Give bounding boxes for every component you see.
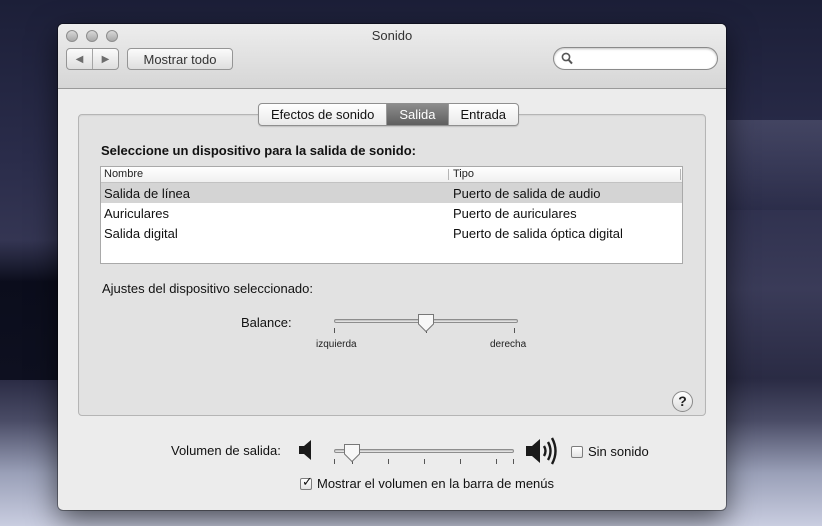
- device-type: Puerto de salida de audio: [453, 186, 601, 201]
- table-row[interactable]: Auriculares Puerto de auriculares: [101, 203, 682, 223]
- mute-checkbox-row[interactable]: Sin sonido: [571, 444, 649, 459]
- tab-content-panel: [78, 114, 706, 416]
- tab-bar: Efectos de sonido Salida Entrada: [258, 103, 520, 126]
- column-header-type[interactable]: Tipo: [453, 168, 474, 180]
- output-volume-slider[interactable]: [334, 449, 514, 453]
- output-device-heading: Seleccione un dispositivo para la salida…: [101, 143, 416, 158]
- desktop-background-left: [0, 240, 64, 380]
- device-type: Puerto de auriculares: [453, 206, 577, 221]
- show-all-button[interactable]: Mostrar todo: [127, 48, 233, 70]
- balance-right-label: derecha: [490, 339, 527, 350]
- search-input[interactable]: [578, 50, 712, 69]
- device-name: Salida de línea: [104, 186, 191, 201]
- table-row[interactable]: Salida digital Puerto de salida óptica d…: [101, 223, 682, 243]
- slider-tick: [388, 459, 389, 464]
- mute-checkbox[interactable]: [571, 445, 583, 458]
- device-name: Auriculares: [104, 206, 170, 221]
- column-divider: [448, 169, 449, 180]
- back-arrow-icon: ◀: [75, 53, 84, 65]
- tab-input[interactable]: Entrada: [447, 104, 519, 125]
- desktop-background-right: [722, 120, 822, 210]
- tab-output[interactable]: Salida: [386, 104, 448, 125]
- table-header: Nombre Tipo: [101, 167, 682, 183]
- slider-tick: [460, 459, 461, 464]
- show-volume-menubar-checkbox[interactable]: ✓: [300, 473, 313, 490]
- slider-tick: [496, 459, 497, 464]
- window-title: Sonido: [371, 28, 413, 43]
- slider-tick: [513, 459, 514, 464]
- output-volume-label: Volumen de salida:: [171, 443, 281, 458]
- device-name: Salida digital: [104, 226, 178, 241]
- slider-tick: [334, 328, 335, 333]
- title-bar: Sonido ◀ ▶ Mostrar todo: [58, 24, 726, 89]
- column-divider: [680, 169, 681, 180]
- table-row[interactable]: Salida de línea Puerto de salida de audi…: [101, 183, 682, 203]
- back-forward-control: ◀ ▶: [66, 48, 119, 70]
- device-settings-heading: Ajustes del dispositivo seleccionado:: [102, 281, 314, 296]
- back-button[interactable]: ◀: [67, 49, 92, 69]
- checkmark-icon: ✓: [302, 473, 313, 489]
- search-icon: [561, 52, 573, 65]
- slider-tick: [424, 459, 425, 464]
- balance-label: Balance:: [241, 315, 292, 330]
- output-volume-slider-knob[interactable]: [343, 443, 361, 463]
- slider-tick: [514, 328, 515, 333]
- sound-preferences-window: Sonido ◀ ▶ Mostrar todo Efectos de sonid…: [58, 24, 726, 510]
- slider-tick: [334, 459, 335, 464]
- show-volume-menubar-label: Mostrar el volumen en la barra de menús: [317, 476, 555, 491]
- balance-left-label: izquierda: [316, 339, 357, 350]
- forward-button[interactable]: ▶: [92, 49, 118, 69]
- forward-arrow-icon: ▶: [101, 53, 110, 65]
- tab-sound-effects[interactable]: Efectos de sonido: [259, 104, 386, 125]
- speaker-high-icon: [526, 437, 557, 465]
- help-button[interactable]: ?: [672, 391, 693, 412]
- show-volume-menubar-row[interactable]: ✓ Mostrar el volumen en la barra de menú…: [300, 473, 555, 491]
- device-type: Puerto de salida óptica digital: [453, 226, 623, 241]
- speaker-low-icon: [299, 440, 311, 460]
- column-header-name[interactable]: Nombre: [104, 168, 143, 180]
- output-device-table: Nombre Tipo Salida de línea Puerto de sa…: [100, 166, 683, 264]
- search-field[interactable]: [553, 47, 718, 70]
- mute-label: Sin sonido: [588, 444, 649, 459]
- balance-slider-knob[interactable]: [417, 313, 435, 333]
